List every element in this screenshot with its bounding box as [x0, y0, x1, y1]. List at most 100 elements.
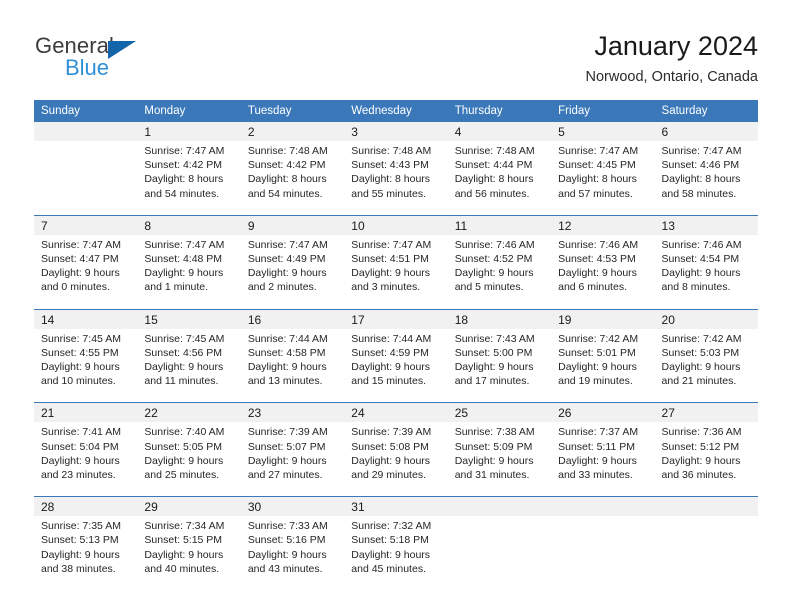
day-cell[interactable]: Sunrise: 7:47 AM Sunset: 4:48 PM Dayligh…	[137, 234, 241, 310]
daylight-text-line2: and 25 minutes.	[144, 469, 220, 482]
sunrise-text: Sunrise: 7:36 AM	[661, 426, 742, 439]
day-number: 20	[654, 308, 758, 329]
day-cell[interactable]: Sunrise: 7:32 AM Sunset: 5:18 PM Dayligh…	[344, 516, 448, 591]
day-cell[interactable]: Sunrise: 7:47 AM Sunset: 4:47 PM Dayligh…	[34, 234, 138, 310]
sunset-text: Sunset: 5:07 PM	[247, 440, 326, 453]
daylight-text-line1: Daylight: 9 hours	[454, 361, 534, 374]
daylight-text-line1: Daylight: 8 hours	[351, 173, 431, 186]
daylight-text-line1: Daylight: 9 hours	[41, 454, 120, 467]
daylight-text-line1: Daylight: 9 hours	[351, 361, 431, 374]
sunset-text: Sunset: 4:56 PM	[144, 346, 223, 359]
sunset-text: Sunset: 5:11 PM	[558, 440, 635, 453]
sunrise-text: Sunrise: 7:45 AM	[144, 332, 225, 345]
day-cell[interactable]: Sunrise: 7:47 AM Sunset: 4:45 PM Dayligh…	[551, 141, 655, 216]
day-cell[interactable]: Sunrise: 7:42 AM Sunset: 5:01 PM Dayligh…	[551, 328, 655, 403]
daylight-text-line1: Daylight: 9 hours	[41, 361, 120, 374]
daylight-text-line1: Daylight: 8 hours	[558, 173, 637, 186]
day-cell[interactable]	[34, 141, 138, 216]
daylight-text-line1: Daylight: 9 hours	[558, 454, 637, 467]
day-cell[interactable]: Sunrise: 7:46 AM Sunset: 4:53 PM Dayligh…	[551, 234, 655, 310]
daylight-text-line2: and 33 minutes.	[558, 469, 633, 482]
daylight-text-line2: and 54 minutes.	[247, 187, 323, 200]
day-cell[interactable]	[654, 516, 758, 591]
day-number: 10	[344, 214, 448, 235]
day-cell[interactable]: Sunrise: 7:42 AM Sunset: 5:03 PM Dayligh…	[654, 328, 758, 403]
week-details: Sunrise: 7:45 AM Sunset: 4:55 PM Dayligh…	[34, 328, 758, 403]
daylight-text-line1: Daylight: 9 hours	[247, 361, 327, 374]
day-number: 6	[654, 122, 758, 141]
day-cell[interactable]: Sunrise: 7:36 AM Sunset: 5:12 PM Dayligh…	[654, 422, 758, 497]
week-details: Sunrise: 7:35 AM Sunset: 5:13 PM Dayligh…	[34, 516, 758, 591]
day-cell[interactable]	[447, 516, 552, 591]
daylight-text-line2: and 58 minutes.	[661, 187, 737, 200]
daylight-text-line1: Daylight: 9 hours	[144, 548, 224, 561]
sunrise-text: Sunrise: 7:46 AM	[558, 238, 639, 251]
daylight-text-line1: Daylight: 8 hours	[661, 173, 741, 186]
day-cell[interactable]: Sunrise: 7:47 AM Sunset: 4:49 PM Dayligh…	[240, 234, 345, 310]
day-cell[interactable]: Sunrise: 7:33 AM Sunset: 5:16 PM Dayligh…	[240, 516, 345, 591]
day-cell[interactable]: Sunrise: 7:47 AM Sunset: 4:46 PM Dayligh…	[654, 141, 758, 216]
day-cell[interactable]: Sunrise: 7:39 AM Sunset: 5:07 PM Dayligh…	[240, 422, 345, 497]
day-cell[interactable]: Sunrise: 7:34 AM Sunset: 5:15 PM Dayligh…	[137, 516, 241, 591]
general-blue-logo[interactable]: General Blue	[34, 30, 164, 82]
logo-triangle-icon	[108, 41, 136, 59]
daylight-text-line2: and 1 minute.	[144, 281, 209, 294]
day-cell[interactable]	[551, 516, 655, 591]
day-number: 1	[137, 122, 241, 141]
day-number: 2	[240, 122, 345, 141]
day-cell[interactable]: Sunrise: 7:35 AM Sunset: 5:13 PM Dayligh…	[34, 516, 138, 591]
day-cell[interactable]: Sunrise: 7:47 AM Sunset: 4:42 PM Dayligh…	[137, 141, 241, 216]
page-title: January 2024	[594, 31, 758, 61]
sunset-text: Sunset: 4:59 PM	[351, 346, 429, 359]
day-cell[interactable]: Sunrise: 7:44 AM Sunset: 4:59 PM Dayligh…	[344, 328, 448, 403]
daylight-text-line1: Daylight: 9 hours	[144, 361, 224, 374]
sunrise-text: Sunrise: 7:48 AM	[351, 145, 432, 157]
daylight-text-line2: and 43 minutes.	[247, 562, 323, 575]
sunrise-text: Sunrise: 7:38 AM	[454, 426, 535, 439]
logo-text-blue: Blue	[65, 55, 110, 80]
day-cell[interactable]: Sunrise: 7:43 AM Sunset: 5:00 PM Dayligh…	[447, 328, 552, 403]
day-cell[interactable]: Sunrise: 7:46 AM Sunset: 4:54 PM Dayligh…	[654, 234, 758, 310]
logo-text-general: General	[35, 33, 114, 58]
daylight-text-line2: and 13 minutes.	[247, 375, 323, 388]
weekday-header-sunday: Sunday	[34, 100, 138, 122]
daylight-text-line1: Daylight: 9 hours	[41, 267, 120, 280]
daylight-text-line1: Daylight: 8 hours	[454, 173, 534, 186]
day-cell[interactable]: Sunrise: 7:44 AM Sunset: 4:58 PM Dayligh…	[240, 328, 345, 403]
day-cell[interactable]: Sunrise: 7:41 AM Sunset: 5:04 PM Dayligh…	[34, 422, 138, 497]
day-cell[interactable]: Sunrise: 7:46 AM Sunset: 4:52 PM Dayligh…	[447, 234, 552, 310]
day-cell[interactable]: Sunrise: 7:40 AM Sunset: 5:05 PM Dayligh…	[137, 422, 241, 497]
daylight-text-line1: Daylight: 9 hours	[41, 548, 120, 561]
day-cell[interactable]: Sunrise: 7:45 AM Sunset: 4:56 PM Dayligh…	[137, 328, 241, 403]
day-cell[interactable]: Sunrise: 7:48 AM Sunset: 4:44 PM Dayligh…	[447, 141, 552, 216]
sunrise-text: Sunrise: 7:48 AM	[247, 145, 328, 157]
sunset-text: Sunset: 5:16 PM	[247, 534, 326, 547]
daylight-text-line1: Daylight: 9 hours	[558, 267, 637, 280]
day-number: 26	[551, 402, 655, 423]
day-number: 29	[137, 496, 241, 517]
daylight-text-line2: and 57 minutes.	[558, 187, 633, 200]
day-cell[interactable]: Sunrise: 7:39 AM Sunset: 5:08 PM Dayligh…	[344, 422, 448, 497]
day-number: 12	[551, 214, 655, 235]
day-cell[interactable]: Sunrise: 7:48 AM Sunset: 4:42 PM Dayligh…	[240, 141, 345, 216]
day-cell[interactable]: Sunrise: 7:47 AM Sunset: 4:51 PM Dayligh…	[344, 234, 448, 310]
sunset-text: Sunset: 5:03 PM	[661, 346, 740, 359]
day-cell[interactable]: Sunrise: 7:37 AM Sunset: 5:11 PM Dayligh…	[551, 422, 655, 497]
weekday-header-tuesday: Tuesday	[240, 100, 345, 122]
sunrise-text: Sunrise: 7:45 AM	[41, 332, 121, 345]
day-cell[interactable]: Sunrise: 7:48 AM Sunset: 4:43 PM Dayligh…	[344, 141, 448, 216]
day-number: 8	[137, 214, 241, 235]
sunset-text: Sunset: 4:58 PM	[247, 346, 326, 359]
weekday-header-thursday: Thursday	[447, 100, 552, 122]
week-daynumbers: 14 15 16 17 18 19 20	[34, 308, 758, 329]
sunset-text: Sunset: 5:04 PM	[41, 440, 119, 453]
weekday-header-saturday: Saturday	[654, 100, 758, 122]
daylight-text-line2: and 54 minutes.	[144, 187, 220, 200]
daylight-text-line1: Daylight: 9 hours	[144, 267, 224, 280]
daylight-text-line1: Daylight: 9 hours	[247, 267, 327, 280]
day-number	[34, 122, 138, 141]
sunrise-text: Sunrise: 7:44 AM	[247, 332, 328, 345]
day-cell[interactable]: Sunrise: 7:45 AM Sunset: 4:55 PM Dayligh…	[34, 328, 138, 403]
daylight-text-line1: Daylight: 9 hours	[247, 548, 327, 561]
day-cell[interactable]: Sunrise: 7:38 AM Sunset: 5:09 PM Dayligh…	[447, 422, 552, 497]
